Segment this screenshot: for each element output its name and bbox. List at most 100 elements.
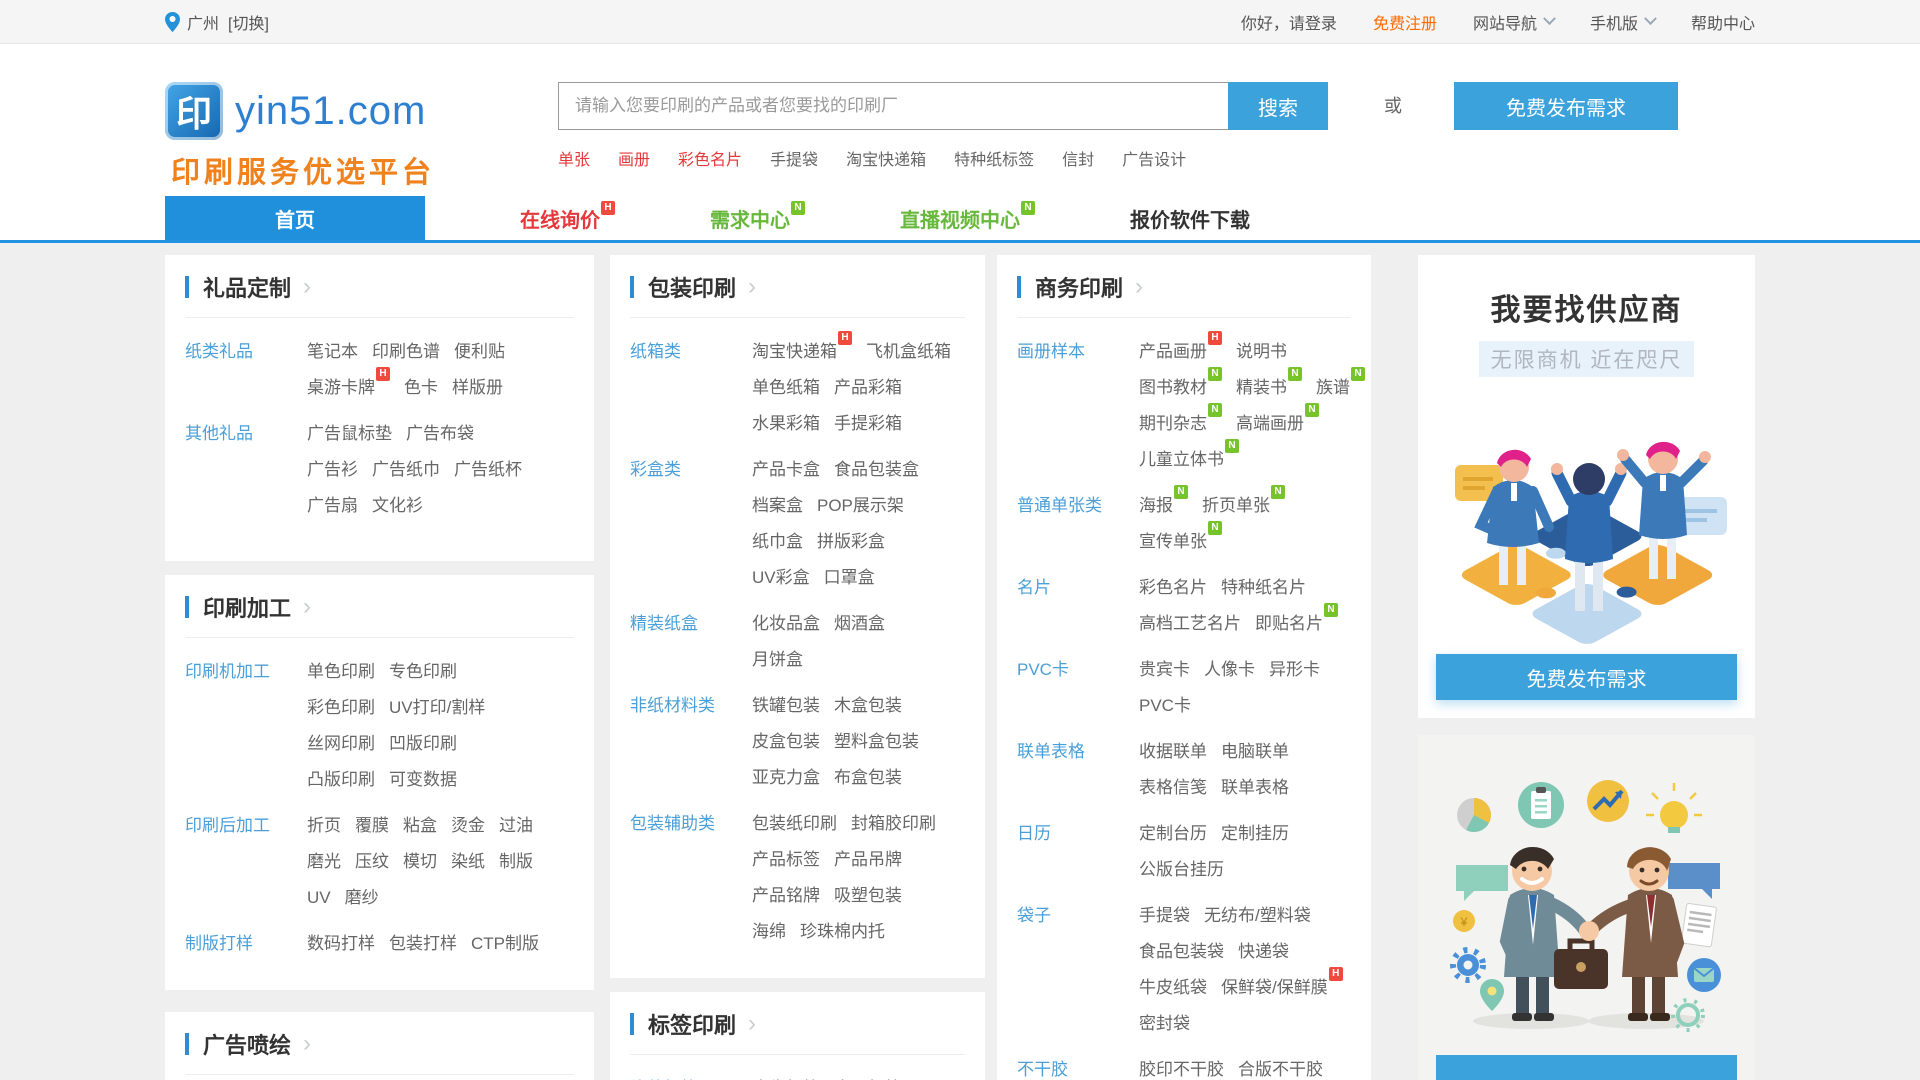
category-group-link[interactable]: 制版打样 bbox=[185, 926, 307, 962]
category-item-link[interactable]: POP展示架 bbox=[817, 496, 904, 515]
category-item-link[interactable]: 儿童立体书N bbox=[1139, 450, 1239, 469]
category-item-link[interactable]: PVC卡 bbox=[1139, 696, 1191, 715]
category-item-link[interactable]: 收据联单 bbox=[1139, 742, 1207, 761]
nav-item-3[interactable]: 直播视频中心N bbox=[900, 204, 1035, 233]
partner-card-button[interactable] bbox=[1436, 1055, 1737, 1080]
category-item-link[interactable]: 制版 bbox=[499, 852, 533, 871]
category-item-link[interactable]: 折页 bbox=[307, 816, 341, 835]
category-group-link[interactable]: 其他礼品 bbox=[185, 416, 307, 524]
category-item-link[interactable]: 过油 bbox=[499, 816, 533, 835]
category-group-link[interactable]: 非纸材料类 bbox=[630, 688, 752, 796]
category-item-link[interactable]: 单色印刷 bbox=[307, 662, 375, 681]
category-item-link[interactable]: 定制挂历 bbox=[1221, 824, 1289, 843]
category-item-link[interactable]: 皮盒包装 bbox=[752, 732, 820, 751]
category-item-link[interactable]: 单色纸箱 bbox=[752, 378, 820, 397]
nav-tab-home[interactable]: 首页 bbox=[165, 196, 425, 240]
category-item-link[interactable]: 食品包装盒 bbox=[834, 460, 919, 479]
category-group-link[interactable]: 纸箱类 bbox=[630, 334, 752, 442]
category-item-link[interactable]: 木盒包装 bbox=[834, 696, 902, 715]
category-item-link[interactable]: 丝网印刷 bbox=[307, 734, 375, 753]
category-group-link[interactable]: 日历 bbox=[1017, 816, 1139, 888]
category-item-link[interactable]: 公版台挂历 bbox=[1139, 860, 1224, 879]
category-item-link[interactable]: CTP制版 bbox=[471, 934, 539, 953]
category-item-link[interactable]: 拼版彩盒 bbox=[817, 532, 885, 551]
nav-item-1[interactable]: 在线询价H bbox=[520, 204, 615, 233]
category-header[interactable]: 广告喷绘› bbox=[185, 1028, 574, 1075]
category-item-link[interactable]: 手提袋 bbox=[1139, 906, 1190, 925]
category-item-link[interactable]: UV彩盒 bbox=[752, 568, 810, 587]
category-item-link[interactable]: 封箱胶印刷 bbox=[851, 814, 936, 833]
category-item-link[interactable]: 广告鼠标垫 bbox=[307, 424, 392, 443]
category-item-link[interactable]: 凹版印刷 bbox=[389, 734, 457, 753]
category-item-link[interactable]: 异形卡 bbox=[1269, 660, 1320, 679]
category-item-link[interactable]: 笔记本 bbox=[307, 342, 358, 361]
category-item-link[interactable]: 海报N bbox=[1139, 496, 1188, 515]
category-item-link[interactable]: 定制台历 bbox=[1139, 824, 1207, 843]
category-group-link[interactable]: 纸类礼品 bbox=[185, 334, 307, 406]
category-item-link[interactable]: 烟酒盒 bbox=[834, 614, 885, 633]
category-item-link[interactable]: 磨光 bbox=[307, 852, 341, 871]
category-item-link[interactable]: 亚克力盒 bbox=[752, 768, 820, 787]
hot-link[interactable]: 单张 bbox=[558, 146, 590, 170]
category-item-link[interactable]: 产品画册H bbox=[1139, 342, 1222, 361]
category-group-link[interactable]: 片装标签 bbox=[630, 1071, 752, 1080]
category-item-link[interactable]: 色卡 bbox=[404, 378, 438, 397]
category-item-link[interactable]: 广告纸巾 bbox=[372, 460, 440, 479]
nav-item-4[interactable]: 报价软件下载 bbox=[1130, 204, 1250, 233]
category-item-link[interactable]: 彩色印刷 bbox=[307, 698, 375, 717]
category-item-link[interactable]: UV bbox=[307, 888, 331, 907]
category-item-link[interactable]: 便利贴 bbox=[454, 342, 505, 361]
category-group-link[interactable]: 袋子 bbox=[1017, 898, 1139, 1042]
category-item-link[interactable]: 塑料盒包装 bbox=[834, 732, 919, 751]
category-item-link[interactable]: 保鲜袋/保鲜膜H bbox=[1221, 978, 1343, 997]
category-item-link[interactable]: 广告纸杯 bbox=[454, 460, 522, 479]
logo[interactable]: 印 yin51.com 印刷服务优选平台 bbox=[165, 82, 450, 191]
category-item-link[interactable]: 手提彩箱 bbox=[834, 414, 902, 433]
category-item-link[interactable]: 产品标签 bbox=[752, 850, 820, 869]
category-item-link[interactable]: 胶印不干胶 bbox=[1139, 1060, 1224, 1079]
category-item-link[interactable]: 产品彩箱 bbox=[834, 378, 902, 397]
nav-item-2[interactable]: 需求中心N bbox=[710, 204, 805, 233]
hot-link[interactable]: 手提袋 bbox=[770, 146, 818, 170]
hot-link[interactable]: 信封 bbox=[1062, 146, 1094, 170]
category-item-link[interactable]: 压纹 bbox=[355, 852, 389, 871]
category-group-link[interactable]: 普通单张类 bbox=[1017, 488, 1139, 560]
search-button[interactable]: 搜索 bbox=[1228, 82, 1328, 130]
category-item-link[interactable]: 表格信笺 bbox=[1139, 778, 1207, 797]
category-item-link[interactable]: 期刊杂志N bbox=[1139, 414, 1222, 433]
category-item-link[interactable]: 精装书N bbox=[1236, 378, 1302, 397]
category-item-link[interactable]: 档案盒 bbox=[752, 496, 803, 515]
hot-link[interactable]: 画册 bbox=[618, 146, 650, 170]
hot-link[interactable]: 彩色名片 bbox=[678, 146, 742, 170]
category-group-link[interactable]: 精装纸盒 bbox=[630, 606, 752, 678]
category-item-link[interactable]: 食品包装袋 bbox=[1139, 942, 1224, 961]
category-item-link[interactable]: 飞机盒纸箱 bbox=[866, 342, 951, 361]
hot-link[interactable]: 特种纸标签 bbox=[954, 146, 1034, 170]
category-group-link[interactable]: 彩盒类 bbox=[630, 452, 752, 596]
category-group-link[interactable]: 不干胶 bbox=[1017, 1052, 1139, 1080]
search-input[interactable] bbox=[558, 82, 1228, 130]
login-link[interactable]: 你好，请登录 bbox=[1241, 10, 1337, 34]
publish-demand-button[interactable]: 免费发布需求 bbox=[1454, 82, 1678, 130]
category-item-link[interactable]: 文化衫 bbox=[372, 496, 423, 515]
category-item-link[interactable]: 水果彩箱 bbox=[752, 414, 820, 433]
category-item-link[interactable]: 无纺布/塑料袋 bbox=[1204, 906, 1311, 925]
category-item-link[interactable]: 口罩盒 bbox=[824, 568, 875, 587]
hot-link[interactable]: 淘宝快递箱 bbox=[846, 146, 926, 170]
category-item-link[interactable]: 产品吊牌 bbox=[834, 850, 902, 869]
category-item-link[interactable]: 广告布袋 bbox=[406, 424, 474, 443]
category-item-link[interactable]: 广告扇 bbox=[307, 496, 358, 515]
category-item-link[interactable]: 牛皮纸袋 bbox=[1139, 978, 1207, 997]
category-item-link[interactable]: 桌游卡牌H bbox=[307, 378, 390, 397]
category-item-link[interactable]: 专色印刷 bbox=[389, 662, 457, 681]
category-group-link[interactable]: PVC卡 bbox=[1017, 652, 1139, 724]
category-item-link[interactable]: 高端画册N bbox=[1236, 414, 1319, 433]
category-item-link[interactable]: 淘宝快递箱H bbox=[752, 342, 852, 361]
category-item-link[interactable]: 特种纸名片 bbox=[1221, 578, 1306, 597]
category-group-link[interactable]: 联单表格 bbox=[1017, 734, 1139, 806]
category-header[interactable]: 包装印刷› bbox=[630, 271, 965, 318]
category-item-link[interactable]: 折页单张N bbox=[1202, 496, 1285, 515]
category-item-link[interactable]: 包装纸印刷 bbox=[752, 814, 837, 833]
category-item-link[interactable]: 彩色名片 bbox=[1139, 578, 1207, 597]
category-item-link[interactable]: 包装打样 bbox=[389, 934, 457, 953]
